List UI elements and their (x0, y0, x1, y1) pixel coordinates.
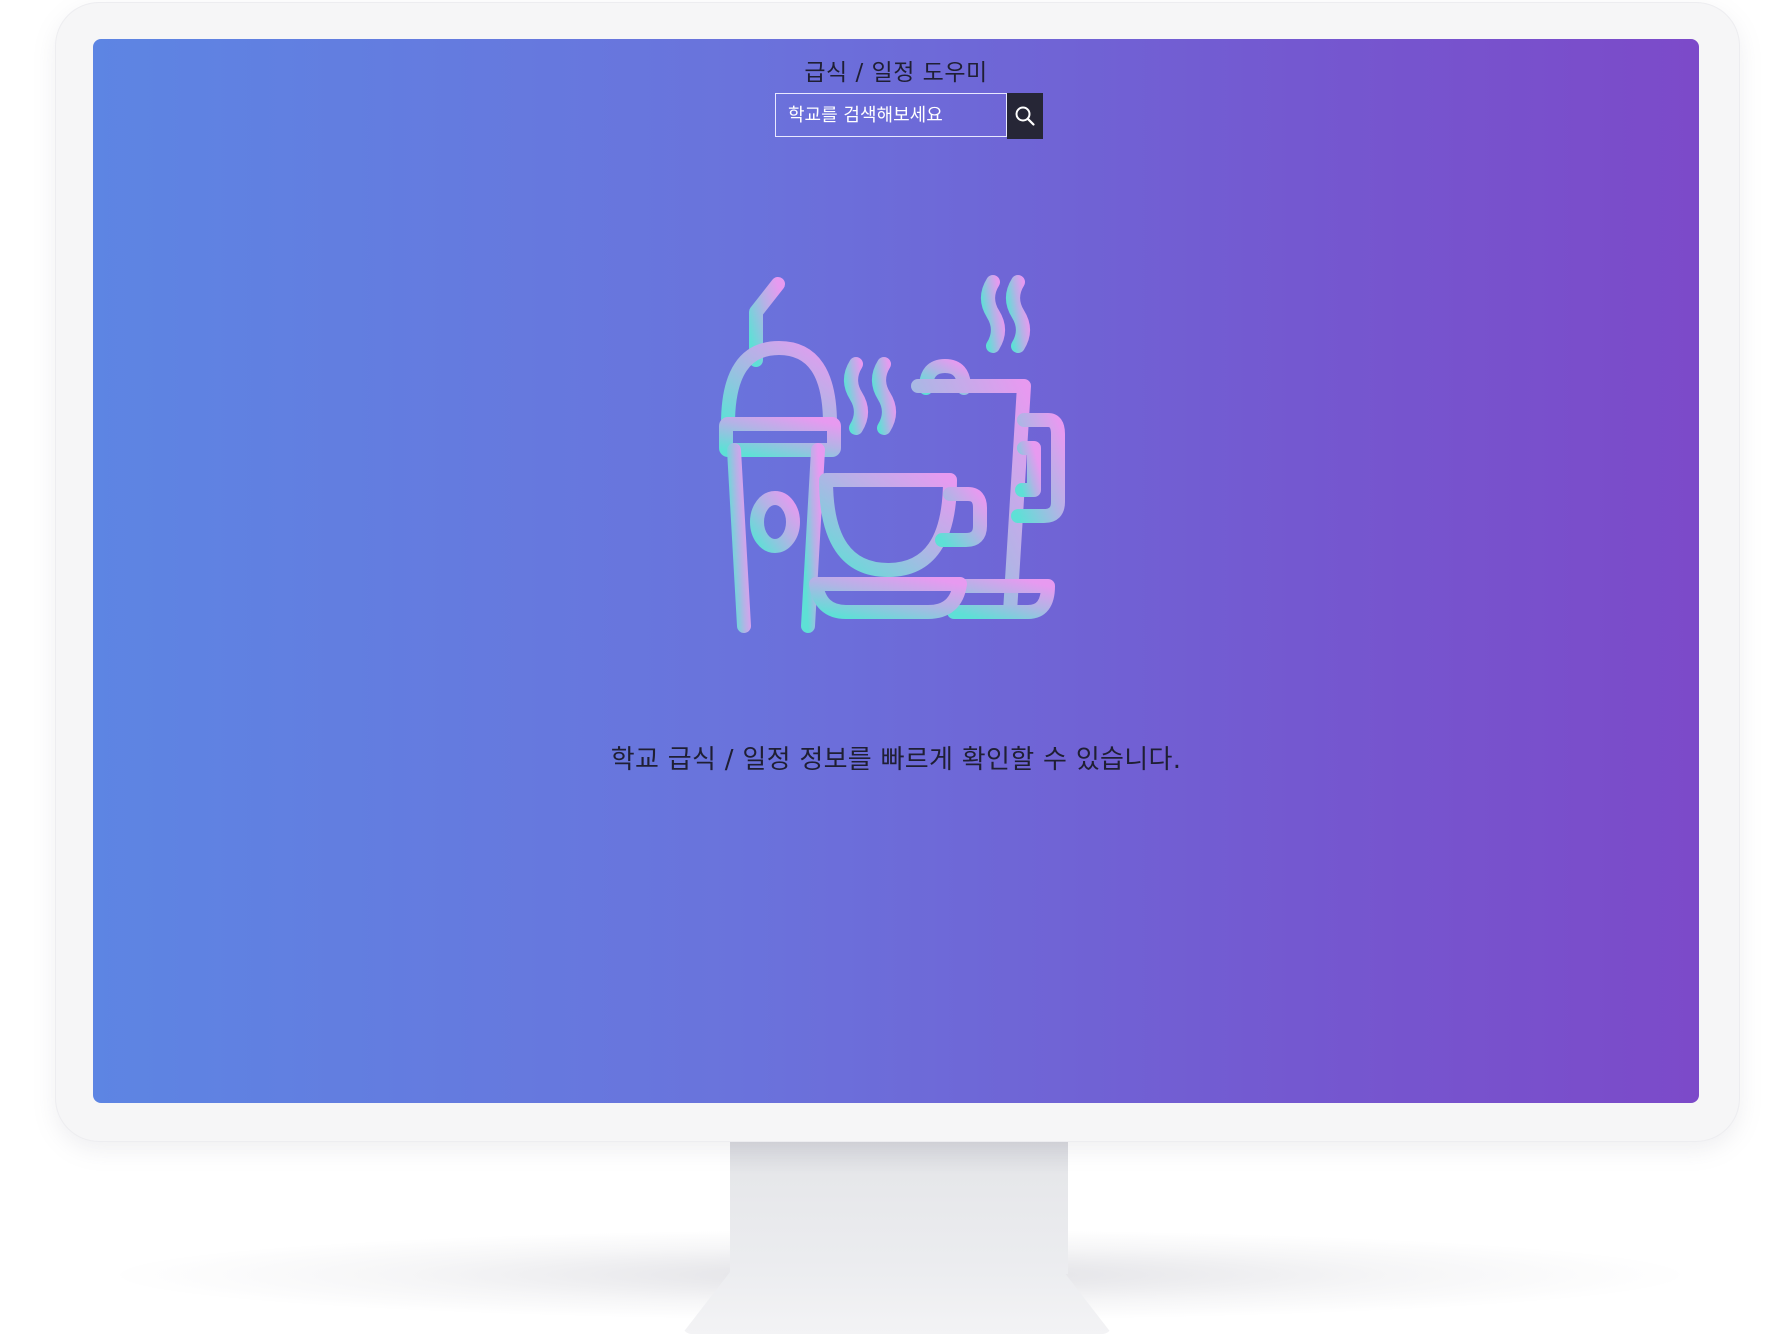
app-title: 급식 / 일정 도우미 (804, 60, 988, 86)
hero-tagline: 학교 급식 / 일정 정보를 빠르게 확인할 수 있습니다. (610, 745, 1182, 775)
search-input[interactable] (775, 93, 1007, 137)
monitor-stand-base (682, 1272, 1112, 1334)
search-bar (775, 93, 1043, 139)
search-icon (1015, 106, 1035, 126)
app-screen: 급식 / 일정 도우미 학교를 검색해보세요 학교 급식 / 일정 정보를 빠르… (93, 39, 1699, 1103)
monitor-stand-neck (730, 1142, 1068, 1274)
search-button[interactable] (1007, 93, 1043, 139)
monitor-mockup: 급식 / 일정 도우미 학교를 검색해보세요 학교 급식 / 일정 정보를 빠르… (0, 0, 1784, 1337)
cafe-drinks-icon (708, 275, 1092, 641)
